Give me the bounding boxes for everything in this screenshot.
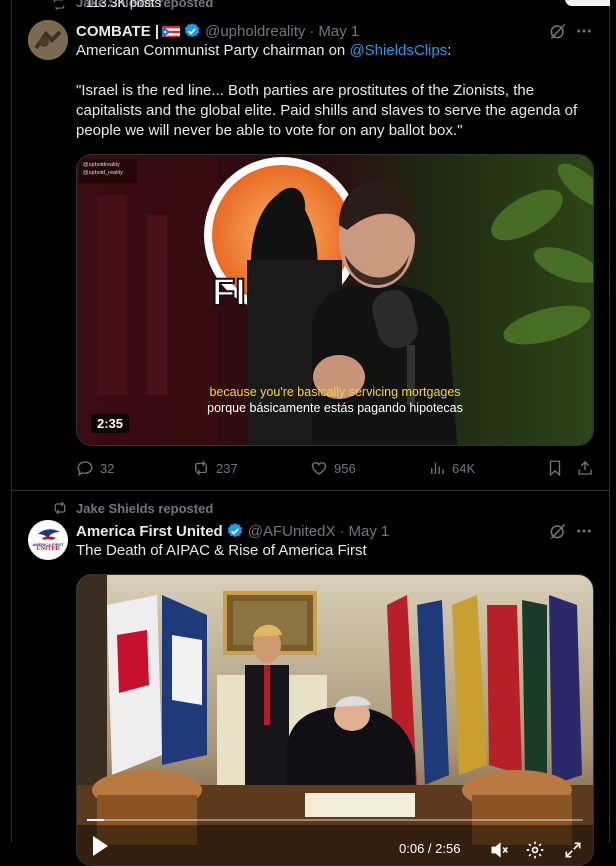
tweet-header: COMBATE | @upholdreality · May 1: [76, 21, 359, 41]
verified-badge-icon: [183, 22, 201, 40]
video-progress-fill: [87, 819, 104, 821]
video-player[interactable]: FI @upholdreality @uphold_reality becaus…: [76, 154, 594, 446]
repost-icon: [195, 460, 207, 476]
repost-label: Jake Shields reposted: [76, 500, 214, 516]
tweet-text-suffix: :: [447, 42, 452, 59]
repost-icon: [52, 0, 66, 14]
author-name[interactable]: COMBATE |: [76, 23, 159, 40]
puerto-rico-flag-icon: [162, 25, 181, 37]
like-count: 956: [334, 460, 356, 476]
video-subtitles: because you're basically servicing mortg…: [77, 384, 593, 416]
avatar[interactable]: AMERICA FIRST UNITED: [28, 520, 68, 560]
post-date[interactable]: May 1: [348, 523, 389, 540]
share-icon: [578, 461, 592, 475]
fullscreen-icon[interactable]: [563, 840, 583, 865]
tweet-header: America First United @AFUnitedX · May 1: [76, 521, 389, 541]
separator-dot: ·: [309, 22, 315, 40]
mute-icon[interactable]: [489, 840, 509, 865]
svg-text:FI: FI: [212, 272, 246, 314]
play-icon[interactable]: [91, 835, 109, 862]
author-handle[interactable]: @upholdreality: [205, 23, 305, 40]
watermark-line-2: @uphold_reality: [83, 170, 123, 176]
follow-button[interactable]: [565, 0, 610, 6]
verified-badge-icon: [226, 522, 244, 540]
tweet-divider: [11, 490, 610, 491]
video-controls: 0:06 / 2:56: [77, 805, 593, 865]
tweet-quote-text: "Israel is the red line... Both parties …: [76, 82, 578, 139]
more-icon[interactable]: [574, 521, 594, 541]
share-button[interactable]: [576, 459, 594, 477]
watermark: @upholdreality @uphold_reality: [83, 161, 123, 177]
grok-icon[interactable]: [548, 21, 568, 41]
author-name[interactable]: America First United: [76, 523, 223, 540]
mention-link[interactable]: @ShieldsClips: [349, 42, 447, 59]
video-progress-bar[interactable]: [87, 819, 583, 821]
post-date[interactable]: May 1: [318, 23, 359, 40]
subtitle-english: because you're basically servicing mortg…: [209, 385, 461, 399]
posts-count: 113.3K posts: [86, 0, 161, 10]
social-context[interactable]: Jake Shields reposted: [52, 500, 213, 516]
tweet-actions: 32 237 956 64K: [76, 458, 596, 478]
author-handle[interactable]: @AFUnitedX: [248, 523, 336, 540]
tweet-text-prefix: American Communist Party chairman on: [76, 42, 350, 59]
subtitle-spanish: porque básicamente estás pagando hipotec…: [207, 401, 463, 415]
repost-button[interactable]: 237: [192, 459, 238, 477]
reply-icon: [77, 461, 93, 477]
reply-count: 32: [100, 460, 115, 476]
video-time: 0:06 / 2:56: [399, 841, 461, 856]
watermark-line-1: @upholdreality: [83, 162, 120, 168]
views-button[interactable]: 64K: [428, 459, 475, 477]
separator-dot: ·: [339, 522, 345, 540]
settings-icon[interactable]: [525, 840, 545, 865]
like-button[interactable]: 956: [310, 459, 356, 477]
bookmark-icon: [549, 460, 561, 477]
avatar-text-2: UNITED: [36, 546, 60, 552]
more-icon[interactable]: [574, 21, 594, 41]
column-border-right: [609, 0, 610, 843]
views-count: 64K: [452, 460, 476, 476]
tweet-text: American Communist Party chairman on @Sh…: [76, 41, 596, 61]
heart-icon: [311, 462, 327, 475]
bookmark-button[interactable]: [546, 459, 564, 477]
avatar[interactable]: [28, 20, 68, 60]
video-duration: 2:35: [91, 414, 130, 433]
reply-button[interactable]: 32: [76, 459, 114, 477]
repost-count: 237: [216, 460, 238, 476]
tweet-text: The Death of AIPAC & Rise of America Fir…: [76, 542, 367, 559]
grok-icon[interactable]: [548, 521, 568, 541]
repost-icon: [54, 501, 66, 515]
views-icon: [431, 462, 444, 474]
sticky-header: Jake Shields reposted 113.3K posts: [50, 0, 610, 14]
video-player[interactable]: 0:06 / 2:56: [76, 574, 594, 866]
